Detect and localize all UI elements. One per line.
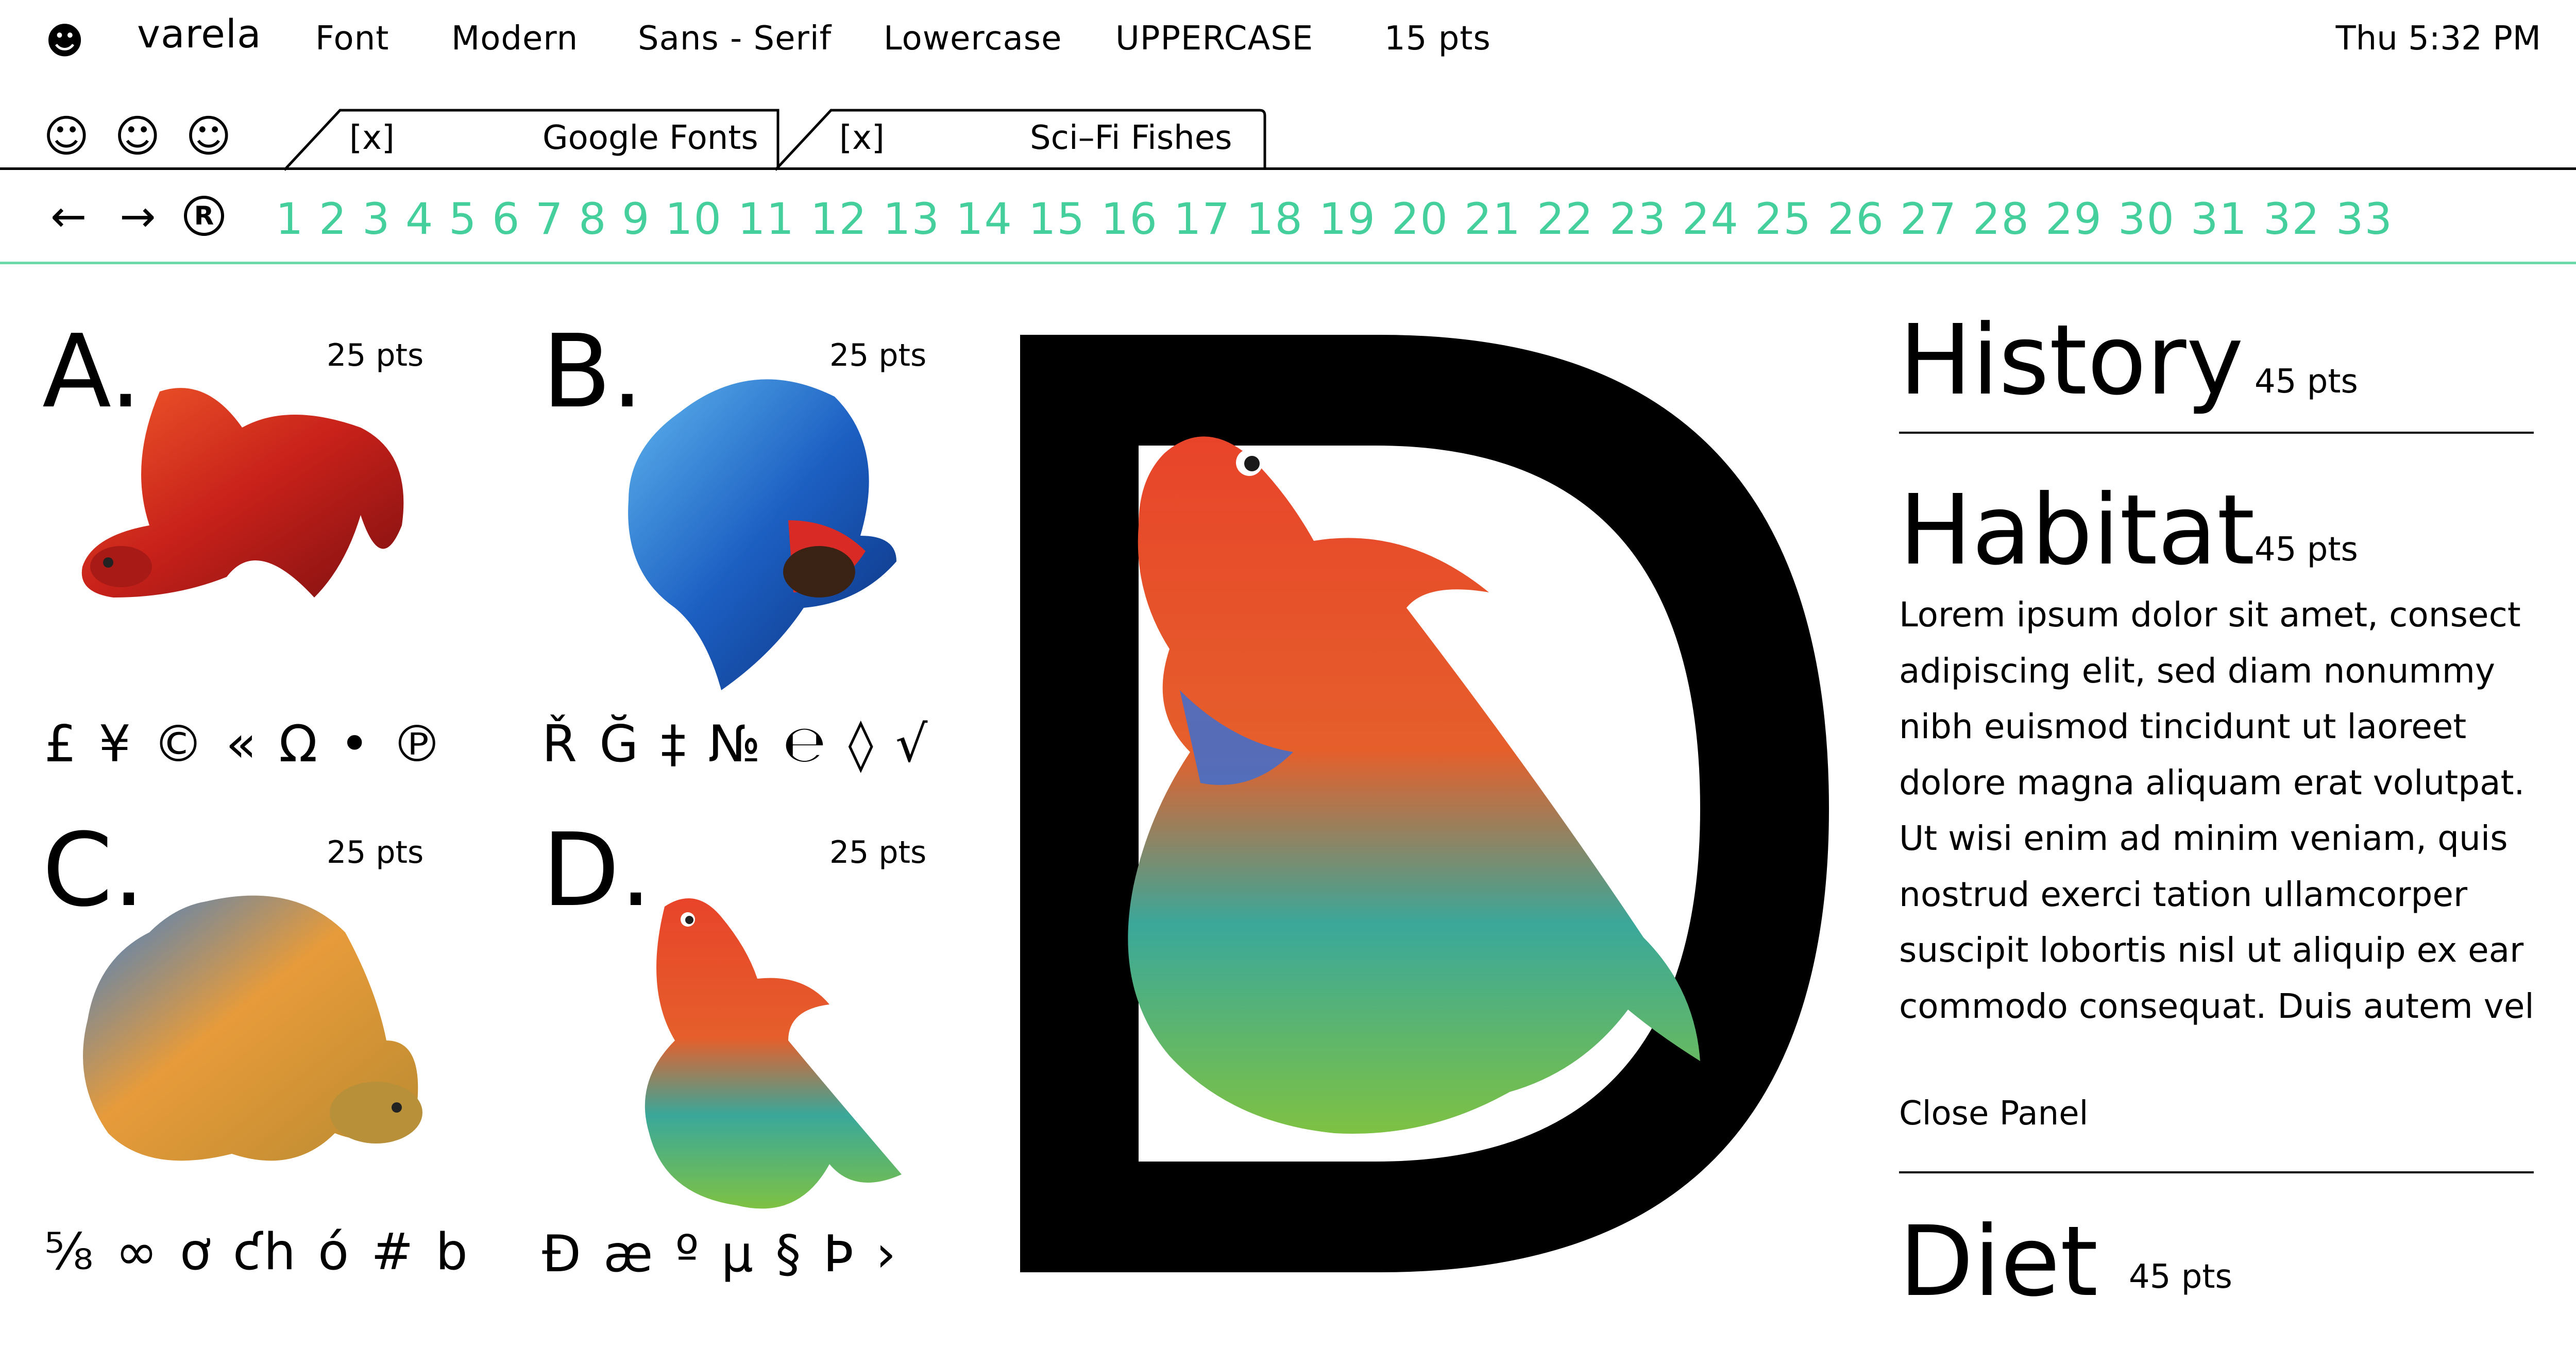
section-size: 45 pts — [2129, 1258, 2232, 1296]
page-link[interactable]: 9 — [622, 191, 650, 247]
menu-font[interactable]: Font — [315, 18, 389, 59]
menu-size[interactable]: 15 pts — [1384, 18, 1491, 59]
specimen-size: 25 pts — [327, 834, 424, 871]
page-link[interactable]: 4 — [405, 191, 434, 247]
page-link[interactable]: 6 — [492, 191, 520, 247]
tab-sci-fi-fishes[interactable]: [x] Sci–Fi Fishes — [781, 108, 1262, 167]
page-link[interactable]: 15 — [1028, 191, 1086, 247]
page-link[interactable]: 28 — [1973, 191, 2030, 247]
smiley-face-icon[interactable]: ☻ — [45, 19, 84, 63]
page-link[interactable]: 26 — [1827, 191, 1885, 247]
specimen-glyphs: £ ¥ © « Ω • ℗ — [44, 715, 446, 774]
page-link[interactable]: 11 — [738, 191, 795, 247]
page-link[interactable]: 32 — [2263, 191, 2320, 247]
section-divider — [1899, 432, 2534, 434]
tab-label: Google Fonts — [543, 119, 758, 157]
tab-close-button[interactable]: [x] — [839, 117, 885, 159]
page-link[interactable]: 24 — [1682, 191, 1739, 247]
page-link[interactable]: 18 — [1246, 191, 1303, 247]
page-link[interactable]: 33 — [2336, 191, 2393, 247]
page-link[interactable]: 19 — [1319, 191, 1376, 247]
page-link[interactable]: 25 — [1755, 191, 1812, 247]
registered-icon[interactable]: R — [183, 195, 225, 248]
page-link[interactable]: 20 — [1392, 191, 1449, 247]
page-link[interactable]: 16 — [1101, 191, 1158, 247]
app-name[interactable]: varela — [137, 13, 262, 55]
specimen-glyphs: Ř Ğ ‡ № ℮ ◊ √ — [542, 715, 931, 774]
section-title-diet[interactable]: Diet — [1899, 1210, 2098, 1313]
habitat-body-text: Lorem ipsum dolor sit amet, consect adip… — [1899, 595, 2534, 1026]
page-link[interactable]: 31 — [2191, 191, 2248, 247]
page-numbers: 1 2 3 4 5 6 7 8 9 10 11 12 13 14 15 16 1… — [276, 191, 2439, 247]
tab-label: Sci–Fi Fishes — [1030, 119, 1232, 157]
section-size: 45 pts — [2255, 531, 2358, 569]
section-title-habitat[interactable]: Habitat — [1899, 479, 2255, 582]
gold-betta-fish-image — [83, 895, 422, 1161]
page-link[interactable]: 21 — [1464, 191, 1521, 247]
forward-arrow-icon[interactable]: → — [120, 191, 156, 242]
page-link[interactable]: 17 — [1174, 191, 1231, 247]
specimen-glyphs: ⅝ ∞ ơ ƈh ó # b — [44, 1223, 471, 1282]
menu-modern[interactable]: Modern — [451, 18, 578, 59]
tab-baseline — [0, 167, 2576, 170]
specimen-size: 25 pts — [829, 834, 927, 871]
close-panel-button[interactable]: Close Panel — [1899, 1093, 2088, 1134]
page-link[interactable]: 7 — [535, 191, 564, 247]
page-link[interactable]: 14 — [956, 191, 1013, 247]
specimen-glyphs: Đ æ º µ § Þ › — [542, 1225, 900, 1284]
page-link[interactable]: 29 — [2045, 191, 2103, 247]
page-link[interactable]: 27 — [1900, 191, 1957, 247]
registered-letter: R — [194, 201, 214, 231]
section-title-history[interactable]: History — [1899, 309, 2244, 412]
specimen-size: 25 pts — [327, 337, 424, 373]
back-arrow-icon[interactable]: ← — [50, 191, 87, 242]
page-link[interactable]: 30 — [2118, 191, 2175, 247]
page-link[interactable]: 2 — [319, 191, 347, 247]
page-link[interactable]: 3 — [362, 191, 391, 247]
tab-google-fonts[interactable]: [x] Google Fonts — [289, 108, 775, 167]
page-link[interactable]: 12 — [810, 191, 868, 247]
tab-close-button[interactable]: [x] — [349, 117, 395, 159]
menu-sans-serif[interactable]: Sans - Serif — [638, 18, 832, 59]
page-link[interactable]: 5 — [449, 191, 477, 247]
menu-lowercase[interactable]: Lowercase — [884, 18, 1062, 59]
menubar: ☻ varela Font Modern Sans - Serif Lowerc… — [0, 0, 2576, 82]
rainbow-betta-fish-image — [645, 898, 902, 1209]
page-link[interactable]: 8 — [579, 191, 607, 247]
page-link[interactable]: 23 — [1609, 191, 1667, 247]
feature-betta-fish-image — [1128, 436, 1700, 1134]
page-link[interactable]: 10 — [665, 191, 722, 247]
clock: Thu 5:32 PM — [2335, 20, 2541, 58]
accent-divider — [0, 262, 2576, 264]
red-betta-fish-image — [81, 388, 404, 598]
blue-betta-fish-image — [628, 379, 896, 690]
section-size: 45 pts — [2255, 363, 2358, 401]
page-link[interactable]: 13 — [883, 191, 940, 247]
menu-uppercase[interactable]: UPPERCASE — [1115, 18, 1313, 59]
section-divider — [1899, 1171, 2534, 1173]
page-link[interactable]: 1 — [276, 191, 304, 247]
page-link[interactable]: 22 — [1537, 191, 1594, 247]
